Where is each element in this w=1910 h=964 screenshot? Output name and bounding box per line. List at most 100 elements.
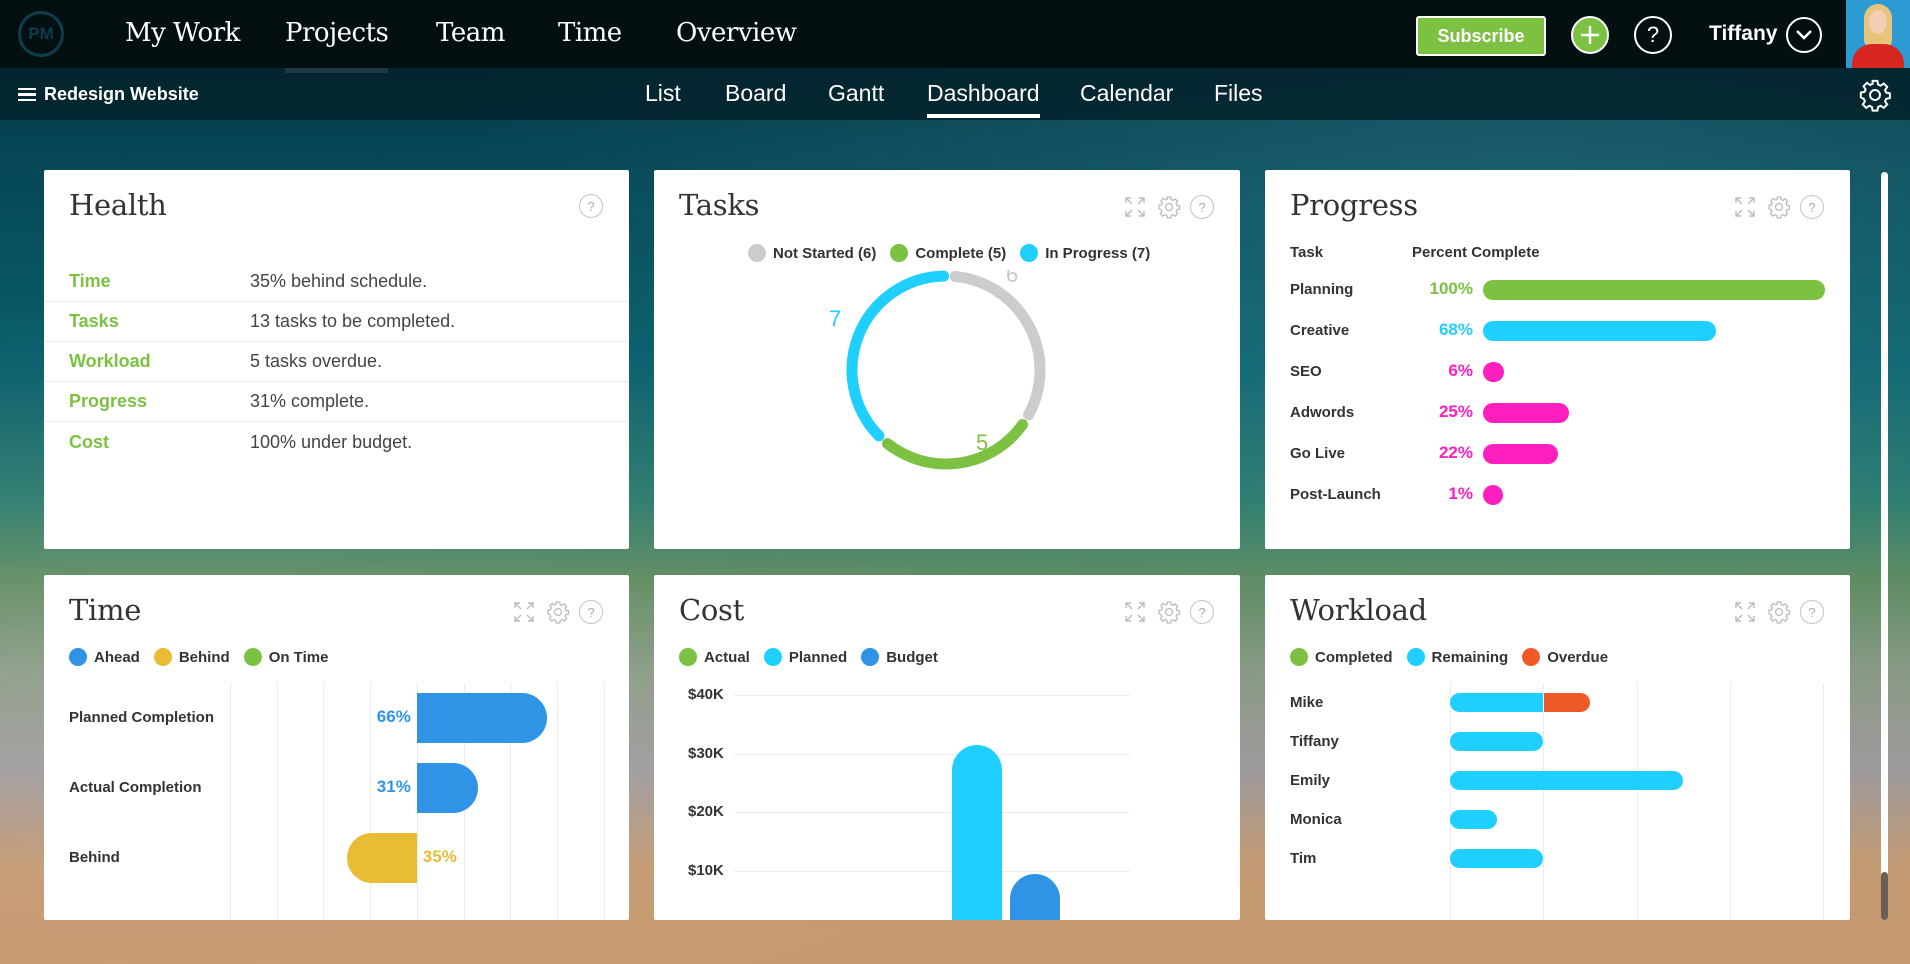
tasks-legend: Not Started (6) Complete (5) In Progress… — [748, 244, 1150, 262]
cost-bar-budget[interactable] — [1010, 874, 1060, 920]
workload-title: Workload — [1290, 593, 1427, 627]
health-label: Time — [69, 271, 111, 291]
legend-item[interactable]: Actual — [679, 648, 750, 666]
cost-title: Cost — [679, 593, 744, 627]
progress-bar[interactable] — [1483, 321, 1716, 341]
legend-item[interactable]: In Progress (7) — [1020, 244, 1150, 262]
time-bar[interactable] — [416, 763, 479, 813]
scrollbar-thumb[interactable] — [1881, 872, 1888, 920]
workload-bar-remaining[interactable] — [1450, 732, 1544, 751]
time-row-label: Planned Completion — [69, 709, 215, 726]
workload-settings-button[interactable] — [1766, 599, 1792, 625]
workload-expand-button[interactable] — [1732, 599, 1758, 625]
legend-item[interactable]: Completed — [1290, 648, 1393, 666]
time-bar[interactable] — [416, 693, 548, 743]
tasks-settings-button[interactable] — [1156, 194, 1182, 220]
cost-help-icon[interactable]: ? — [1190, 600, 1214, 624]
tab-gantt[interactable]: Gantt — [828, 80, 884, 107]
cost-settings-button[interactable] — [1156, 599, 1182, 625]
main-nav-projects[interactable]: Projects — [285, 18, 389, 73]
tab-calendar[interactable]: Calendar — [1080, 80, 1173, 107]
app-logo[interactable]: PM — [18, 11, 64, 57]
tab-files[interactable]: Files — [1214, 80, 1263, 107]
workload-bar-remaining[interactable] — [1450, 771, 1684, 790]
main-nav-my-work[interactable]: My Work — [125, 18, 240, 48]
health-card: Health ? Time 35% behind schedule. Tasks… — [44, 170, 629, 549]
main-nav-time[interactable]: Time — [558, 18, 622, 48]
progress-bar[interactable] — [1483, 362, 1504, 382]
page-scrollbar[interactable] — [1881, 172, 1888, 920]
progress-bar[interactable] — [1483, 444, 1559, 464]
progress-bar[interactable] — [1483, 280, 1825, 300]
legend-dot — [679, 648, 697, 666]
tab-list[interactable]: List — [645, 80, 681, 107]
legend-dot — [1406, 648, 1425, 666]
user-name[interactable]: Tiffany — [1709, 22, 1777, 46]
legend-item[interactable]: Not Started (6) — [748, 244, 876, 262]
add-button[interactable] — [1571, 16, 1609, 54]
legend-dot — [153, 648, 172, 666]
cost-expand-button[interactable] — [1122, 599, 1148, 625]
grid-line — [603, 683, 605, 920]
progress-row: Creative 68% — [1265, 319, 1850, 343]
donut-segment-in-progress[interactable] — [846, 270, 950, 442]
gear-icon — [1768, 601, 1791, 624]
tab-dashboard[interactable]: Dashboard — [927, 80, 1040, 118]
project-settings-button[interactable] — [1858, 78, 1892, 112]
workload-person-label: Mike — [1290, 694, 1324, 711]
tasks-title: Tasks — [679, 188, 760, 222]
legend-item[interactable]: Behind — [153, 648, 230, 666]
legend-item[interactable]: Budget — [861, 648, 938, 666]
legend-item[interactable]: Planned — [763, 648, 847, 666]
help-button[interactable]: ? — [1634, 16, 1672, 54]
legend-item[interactable]: On Time — [243, 648, 328, 666]
cost-bar-planned[interactable] — [952, 744, 1002, 920]
progress-help-icon[interactable]: ? — [1800, 195, 1824, 219]
legend-item[interactable]: Overdue — [1522, 648, 1608, 666]
progress-bar[interactable] — [1483, 485, 1503, 505]
user-menu-button[interactable] — [1786, 17, 1822, 53]
legend-item[interactable]: Complete (5) — [890, 244, 1006, 262]
health-row-progress: Progress 31% complete. — [44, 382, 629, 422]
grid-line — [1543, 683, 1545, 920]
workload-bar-remaining[interactable] — [1450, 693, 1544, 712]
tab-board[interactable]: Board — [725, 80, 786, 107]
progress-settings-button[interactable] — [1766, 194, 1792, 220]
progress-bar[interactable] — [1483, 403, 1569, 423]
legend-label: Complete (5) — [915, 244, 1007, 262]
legend-item[interactable]: Remaining — [1406, 648, 1508, 666]
gear-icon — [1158, 196, 1181, 219]
subscribe-button[interactable]: Subscribe — [1416, 16, 1546, 56]
donut-segment-complete[interactable] — [881, 419, 1029, 470]
sidebar-drag-handle[interactable] — [0, 532, 4, 552]
workload-bar-overdue[interactable] — [1543, 693, 1590, 712]
time-card: Time ? Ahead Behind On Time Planned Comp… — [44, 575, 629, 920]
grid-line — [1450, 683, 1451, 920]
legend-dot — [243, 648, 262, 666]
workload-help-icon[interactable]: ? — [1800, 600, 1824, 624]
time-expand-button[interactable] — [511, 599, 537, 625]
health-row-workload: Workload 5 tasks overdue. — [44, 342, 629, 382]
user-avatar[interactable] — [1846, 0, 1910, 68]
expand-icon — [1125, 602, 1145, 622]
main-nav-team[interactable]: Team — [436, 18, 505, 48]
main-nav-overview[interactable]: Overview — [676, 18, 797, 48]
time-help-icon[interactable]: ? — [579, 600, 603, 624]
project-menu[interactable]: Redesign Website — [18, 84, 199, 105]
workload-bar-remaining[interactable] — [1450, 810, 1497, 829]
health-help-icon[interactable]: ? — [579, 194, 603, 218]
time-bar[interactable] — [347, 833, 417, 883]
y-tick-label: $10K — [688, 862, 724, 880]
tasks-expand-button[interactable] — [1122, 194, 1148, 220]
gear-icon — [1158, 601, 1181, 624]
tasks-help-icon[interactable]: ? — [1190, 195, 1214, 219]
donut-value-label: 5 — [976, 430, 988, 455]
progress-percent-label: 22% — [1438, 443, 1473, 462]
legend-item[interactable]: Ahead — [69, 648, 140, 666]
time-settings-button[interactable] — [545, 599, 571, 625]
time-value-label: 35% — [422, 847, 457, 866]
progress-expand-button[interactable] — [1732, 194, 1758, 220]
donut-segment-not-started[interactable] — [949, 270, 1046, 421]
time-legend: Ahead Behind On Time — [69, 648, 328, 666]
workload-bar-remaining[interactable] — [1450, 849, 1544, 868]
